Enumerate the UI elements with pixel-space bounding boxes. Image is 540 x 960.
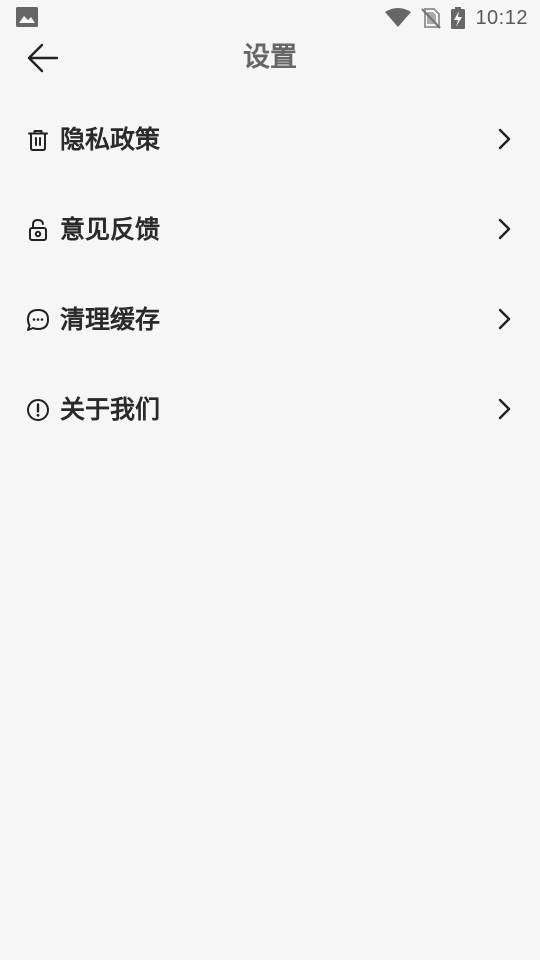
battery-charging-icon xyxy=(451,7,466,29)
chevron-right-icon xyxy=(498,128,511,150)
settings-item-label: 关于我们 xyxy=(60,395,161,424)
settings-item-label: 清理缓存 xyxy=(60,305,161,334)
image-icon xyxy=(16,7,38,27)
settings-item-label: 意见反馈 xyxy=(60,215,161,244)
page-title: 设置 xyxy=(243,42,297,73)
status-bar: 10:12 xyxy=(0,0,540,36)
settings-item-privacy-policy[interactable]: 隐私政策 xyxy=(0,94,540,184)
wifi-icon xyxy=(385,8,412,28)
settings-item-about-us[interactable]: 关于我们 xyxy=(0,364,540,454)
settings-screen: 10:12 设置 隐私政策 意见反馈 清理缓存 关于我们 xyxy=(0,0,540,960)
trash-icon xyxy=(28,130,48,151)
settings-item-clear-cache[interactable]: 清理缓存 xyxy=(0,274,540,364)
chevron-right-icon xyxy=(498,218,511,240)
settings-item-feedback[interactable]: 意见反馈 xyxy=(0,184,540,274)
chevron-right-icon xyxy=(498,398,511,420)
settings-item-label: 隐私政策 xyxy=(60,125,161,154)
alert-circle-icon xyxy=(27,399,49,421)
status-time: 10:12 xyxy=(475,6,528,29)
chat-bubble-icon xyxy=(27,309,49,331)
no-sim-icon xyxy=(421,7,442,29)
header: 设置 xyxy=(0,36,540,80)
settings-list: 隐私政策 意见反馈 清理缓存 关于我们 xyxy=(0,94,540,454)
lock-open-icon xyxy=(29,218,47,241)
chevron-right-icon xyxy=(498,308,511,330)
